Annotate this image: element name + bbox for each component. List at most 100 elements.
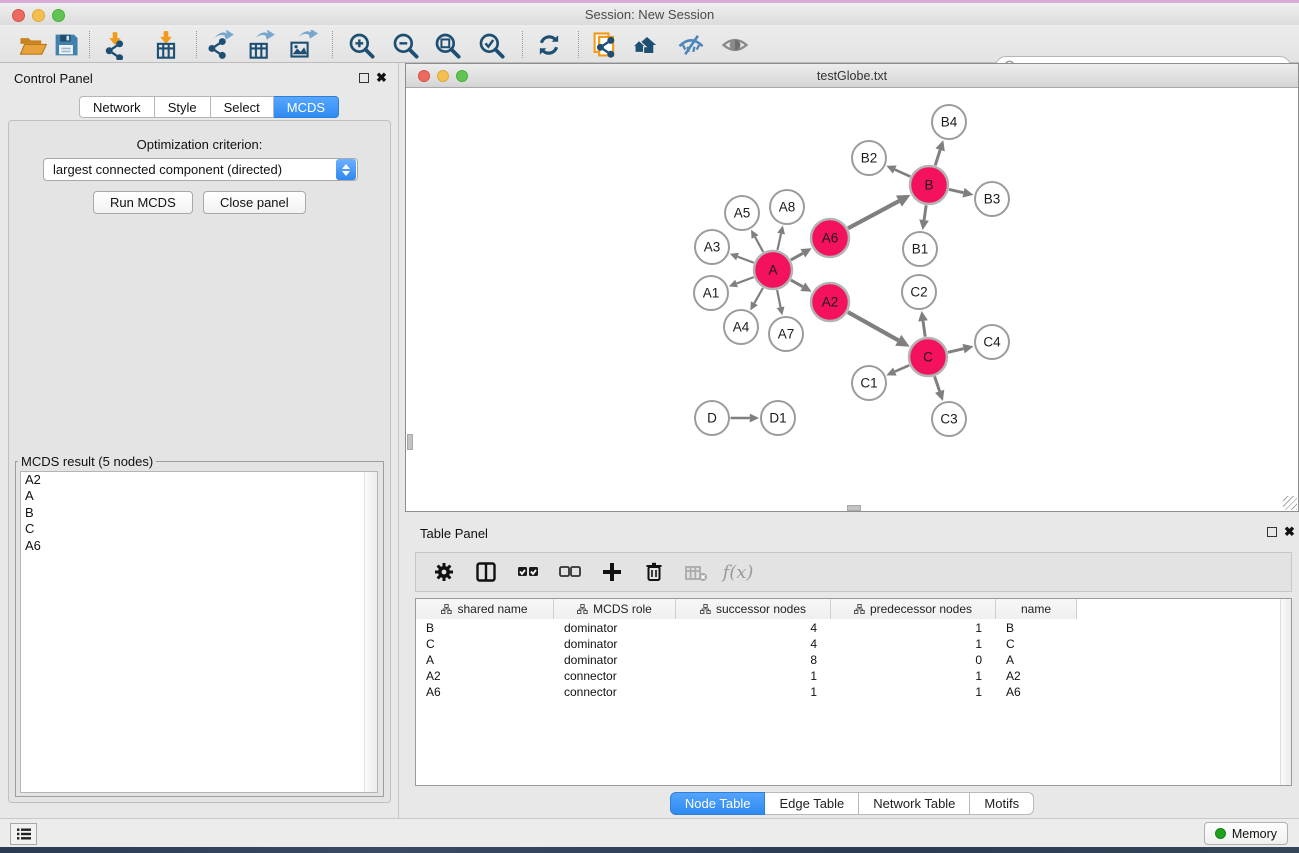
graph-edge[interactable]	[755, 237, 763, 252]
settings-gear-icon[interactable]	[430, 558, 458, 586]
mcds-result-list[interactable]: A2ABCA6	[20, 471, 378, 793]
mcds-result-item[interactable]: A	[21, 488, 377, 504]
table-cell[interactable]: 1	[676, 684, 831, 700]
table-cell[interactable]: 1	[831, 620, 996, 636]
import-network-icon[interactable]	[99, 29, 131, 61]
graph-edge[interactable]	[754, 288, 763, 303]
table-cell[interactable]: 8	[676, 652, 831, 668]
graph-edge[interactable]	[895, 365, 909, 371]
table-cell[interactable]: A6	[996, 684, 1077, 700]
table-row[interactable]: A6connector11A6	[416, 684, 1077, 700]
mcds-result-item[interactable]: B	[21, 505, 377, 521]
graph-edge[interactable]	[935, 150, 940, 166]
export-image-icon[interactable]	[287, 29, 319, 61]
tab-node-table[interactable]: Node Table	[670, 792, 766, 815]
memory-button[interactable]: Memory	[1204, 822, 1288, 845]
table-row[interactable]: Bdominator41B	[416, 620, 1077, 636]
canvas-horizontal-scrollbar[interactable]	[847, 505, 861, 511]
table-cell[interactable]: C	[416, 636, 554, 652]
table-cell[interactable]: 4	[676, 620, 831, 636]
export-network-icon[interactable]	[204, 29, 236, 61]
table-cell[interactable]: dominator	[554, 636, 676, 652]
tab-style[interactable]: Style	[155, 96, 211, 118]
graph-edge[interactable]	[895, 170, 911, 177]
save-icon[interactable]	[50, 29, 82, 61]
graph-edge[interactable]	[777, 290, 780, 307]
zoom-in-icon[interactable]	[345, 29, 377, 61]
table-cell[interactable]: 1	[676, 668, 831, 684]
table-cell[interactable]: B	[996, 620, 1077, 636]
run-mcds-button[interactable]: Run MCDS	[93, 191, 193, 214]
graph-edge[interactable]	[791, 280, 803, 287]
delete-column-icon[interactable]	[640, 558, 668, 586]
tab-network[interactable]: Network	[79, 96, 155, 118]
tab-select[interactable]: Select	[211, 96, 274, 118]
window-resize-grip[interactable]	[1283, 496, 1297, 510]
refresh-icon[interactable]	[533, 29, 565, 61]
task-history-button[interactable]	[10, 823, 37, 845]
tab-edge-table[interactable]: Edge Table	[765, 792, 859, 815]
column-header-name[interactable]: name	[996, 599, 1077, 619]
close-panel-button[interactable]: Close panel	[203, 191, 306, 214]
import-table-icon[interactable]	[150, 29, 182, 61]
home-icon[interactable]	[631, 29, 663, 61]
table-cell[interactable]: A6	[416, 684, 554, 700]
table-row[interactable]: Adominator80A	[416, 652, 1077, 668]
mcds-result-item[interactable]: A6	[21, 538, 377, 554]
column-header-successor-nodes[interactable]: successor nodes	[676, 599, 831, 619]
table-scrollbar[interactable]	[1280, 599, 1291, 785]
graph-edge[interactable]	[935, 376, 940, 391]
graph-edge[interactable]	[848, 201, 899, 228]
export-table-icon[interactable]	[245, 29, 277, 61]
graph-edge[interactable]	[738, 257, 754, 263]
graph-edge[interactable]	[848, 312, 898, 340]
graph-edge[interactable]	[737, 277, 754, 283]
select-all-icon[interactable]	[514, 558, 542, 586]
close-panel-icon[interactable]: ✖	[376, 70, 387, 86]
add-column-icon[interactable]	[598, 558, 626, 586]
open-file-icon[interactable]	[16, 29, 48, 61]
table-cell[interactable]: connector	[554, 668, 676, 684]
table-cell[interactable]: 1	[831, 636, 996, 652]
table-cell[interactable]: 1	[831, 684, 996, 700]
table-cell[interactable]: 0	[831, 652, 996, 668]
table-row[interactable]: A2connector11A2	[416, 668, 1077, 684]
unselect-all-icon[interactable]	[556, 558, 584, 586]
mcds-result-item[interactable]: C	[21, 521, 377, 537]
table-cell[interactable]: B	[416, 620, 554, 636]
canvas-vertical-scrollbar[interactable]	[407, 434, 413, 450]
clone-network-icon[interactable]	[589, 29, 621, 61]
tab-motifs[interactable]: Motifs	[970, 792, 1034, 815]
graph-edge[interactable]	[923, 321, 925, 337]
column-visibility-icon[interactable]	[472, 558, 500, 586]
table-cell[interactable]: dominator	[554, 652, 676, 668]
result-scrollbar[interactable]	[364, 472, 377, 792]
zoom-fit-icon[interactable]	[431, 29, 463, 61]
table-cell[interactable]: A2	[996, 668, 1077, 684]
graph-edge[interactable]	[924, 205, 926, 220]
hide-labels-icon[interactable]	[675, 29, 707, 61]
tab-mcds[interactable]: MCDS	[274, 96, 339, 118]
table-cell[interactable]: 4	[676, 636, 831, 652]
tab-network-table[interactable]: Network Table	[859, 792, 970, 815]
close-table-panel-icon[interactable]: ✖	[1284, 524, 1295, 540]
criterion-dropdown[interactable]: largest connected component (directed)	[43, 158, 358, 181]
table-cell[interactable]: dominator	[554, 620, 676, 636]
graph-edge[interactable]	[949, 189, 963, 192]
table-cell[interactable]: A2	[416, 668, 554, 684]
table-cell[interactable]: C	[996, 636, 1077, 652]
network-graph[interactable]: AA6A2BCA1A3A4A5A7A8B1B2B3B4C1C2C3C4DD1	[407, 89, 1297, 511]
mcds-result-item[interactable]: A2	[21, 472, 377, 488]
table-row[interactable]: Cdominator41C	[416, 636, 1077, 652]
show-graphics-icon[interactable]	[719, 29, 751, 61]
network-canvas[interactable]: AA6A2BCA1A3A4A5A7A8B1B2B3B4C1C2C3C4DD1	[407, 89, 1297, 511]
table-cell[interactable]: connector	[554, 684, 676, 700]
table-cell[interactable]: A	[416, 652, 554, 668]
zoom-selected-icon[interactable]	[475, 29, 507, 61]
graph-edge[interactable]	[948, 349, 964, 353]
zoom-out-icon[interactable]	[389, 29, 421, 61]
table-cell[interactable]: 1	[831, 668, 996, 684]
float-table-panel-icon[interactable]	[1267, 527, 1277, 537]
graph-edge[interactable]	[791, 253, 803, 260]
column-header-predecessor-nodes[interactable]: predecessor nodes	[831, 599, 996, 619]
